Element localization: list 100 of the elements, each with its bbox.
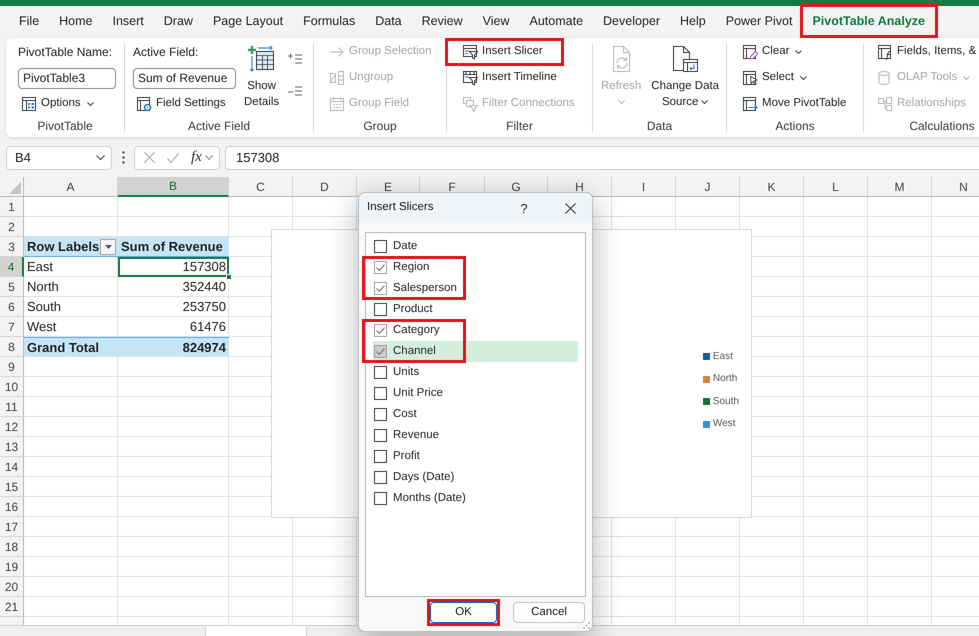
- checkbox[interactable]: [374, 261, 387, 274]
- row-header[interactable]: 6: [0, 297, 24, 317]
- ribbon-large-button[interactable]: Change Data Source: [649, 39, 722, 115]
- row-header[interactable]: 21: [0, 597, 24, 617]
- row-header[interactable]: 13: [0, 437, 24, 457]
- pivot-header-cell: Sum of Revenue: [118, 237, 229, 257]
- check-icon[interactable]: [167, 152, 179, 162]
- vertical-dots-icon[interactable]: [122, 151, 125, 164]
- checkbox[interactable]: [374, 240, 387, 253]
- field-option[interactable]: Units: [373, 362, 578, 383]
- formula-field[interactable]: 157308: [225, 146, 979, 170]
- row-header[interactable]: 19: [0, 557, 24, 577]
- checkbox[interactable]: [374, 366, 387, 379]
- column-header[interactable]: A: [24, 177, 118, 197]
- column-header[interactable]: C: [229, 177, 293, 197]
- menu-tab[interactable]: Developer: [593, 6, 670, 36]
- text-field[interactable]: Sum of Revenue: [133, 68, 236, 88]
- close-icon[interactable]: [565, 202, 576, 214]
- field-option[interactable]: Revenue: [373, 425, 578, 446]
- row-header[interactable]: 1: [0, 197, 24, 217]
- ribbon-large-button[interactable]: Show Details: [242, 39, 282, 115]
- ribbon-button[interactable]: Move PivotTable: [739, 92, 850, 116]
- field-option[interactable]: Profit: [373, 446, 578, 467]
- field-option[interactable]: Salesperson: [373, 278, 578, 299]
- insert-function-button[interactable]: fx: [191, 150, 202, 165]
- row-header[interactable]: 15: [0, 477, 24, 497]
- text-field[interactable]: PivotTable3: [18, 68, 116, 88]
- menu-tab[interactable]: Insert: [102, 6, 154, 36]
- dialog-button[interactable]: Cancel: [513, 602, 585, 623]
- row-header[interactable]: 8: [0, 337, 24, 357]
- menu-tab[interactable]: File: [9, 6, 50, 36]
- row-header[interactable]: 20: [0, 577, 24, 597]
- menu-tab[interactable]: PivotTable Analyze: [802, 6, 935, 36]
- row-header[interactable]: 11: [0, 397, 24, 417]
- column-header[interactable]: K: [740, 177, 804, 197]
- field-option[interactable]: Date: [373, 236, 578, 257]
- field-option[interactable]: Category: [373, 320, 578, 341]
- checkbox[interactable]: [374, 282, 387, 295]
- ribbon-button[interactable]: Options: [18, 92, 116, 116]
- name-box[interactable]: B4: [6, 146, 112, 170]
- row-header[interactable]: 10: [0, 377, 24, 397]
- menu-tab[interactable]: Page Layout: [202, 6, 294, 36]
- menu-tab[interactable]: Automate: [520, 6, 594, 36]
- caret-icon[interactable]: [204, 155, 213, 160]
- menu-tab[interactable]: Home: [49, 6, 102, 36]
- checkbox[interactable]: [374, 324, 387, 337]
- dialog-button[interactable]: OK: [430, 602, 497, 623]
- group-label: Group: [362, 118, 398, 135]
- checkbox[interactable]: [374, 471, 387, 484]
- filter-dropdown-button[interactable]: [100, 238, 116, 254]
- checkbox[interactable]: [374, 429, 387, 442]
- row-header[interactable]: 16: [0, 497, 24, 517]
- column-header[interactable]: D: [293, 177, 357, 197]
- row-header[interactable]: 9: [0, 357, 24, 377]
- field-option[interactable]: Months (Date): [373, 488, 578, 509]
- checkbox[interactable]: [374, 408, 387, 421]
- row-header[interactable]: 14: [0, 457, 24, 477]
- ribbon-button[interactable]: Insert Slicer: [459, 40, 546, 64]
- menu-tab[interactable]: Review: [412, 6, 473, 36]
- column-header[interactable]: I: [612, 177, 676, 197]
- field-option[interactable]: Unit Price: [373, 383, 578, 404]
- row-header[interactable]: 2: [0, 217, 24, 237]
- menu-tab[interactable]: Draw: [154, 6, 203, 36]
- checkbox[interactable]: [374, 450, 387, 463]
- column-header[interactable]: N: [932, 177, 979, 197]
- menu-tab[interactable]: Formulas: [293, 6, 366, 36]
- row-header[interactable]: 18: [0, 537, 24, 557]
- menu-tab[interactable]: Power Pivot: [716, 6, 802, 36]
- column-header[interactable]: J: [676, 177, 740, 197]
- row-header[interactable]: 3: [0, 237, 24, 257]
- row-header[interactable]: 7: [0, 317, 24, 337]
- checkbox[interactable]: [374, 387, 387, 400]
- help-button[interactable]: ?: [516, 202, 532, 214]
- checkbox[interactable]: [374, 492, 387, 505]
- selected-cell[interactable]: 157308: [118, 257, 229, 277]
- field-option[interactable]: Channel: [373, 341, 578, 362]
- resize-grip-icon[interactable]: [583, 622, 590, 629]
- menu-tab[interactable]: View: [472, 6, 520, 36]
- row-header[interactable]: 17: [0, 517, 24, 537]
- field-option[interactable]: Region: [373, 257, 578, 278]
- menu-tab[interactable]: Data: [365, 6, 412, 36]
- ribbon-button[interactable]: Fields, Items, &: [874, 40, 979, 64]
- checkbox[interactable]: [374, 303, 387, 316]
- dialog-title: Insert Slicers: [367, 200, 434, 216]
- ribbon-button[interactable]: Field Settings: [133, 92, 236, 116]
- fill-handle-icon[interactable]: [226, 274, 232, 280]
- field-option[interactable]: Cost: [373, 404, 578, 425]
- row-header[interactable]: 4: [0, 257, 24, 277]
- ribbon-button[interactable]: Clear: [739, 40, 850, 64]
- row-header[interactable]: 12: [0, 417, 24, 437]
- column-header[interactable]: L: [804, 177, 868, 197]
- field-option[interactable]: Product: [373, 299, 578, 320]
- column-header[interactable]: M: [868, 177, 932, 197]
- column-header[interactable]: B: [118, 177, 229, 197]
- checkbox[interactable]: [374, 345, 387, 358]
- field-option[interactable]: Days (Date): [373, 467, 578, 488]
- row-header[interactable]: 5: [0, 277, 24, 297]
- ribbon-button[interactable]: Insert Timeline: [459, 66, 578, 90]
- menu-tab[interactable]: Help: [670, 6, 716, 36]
- ribbon-button[interactable]: Select: [739, 66, 850, 90]
